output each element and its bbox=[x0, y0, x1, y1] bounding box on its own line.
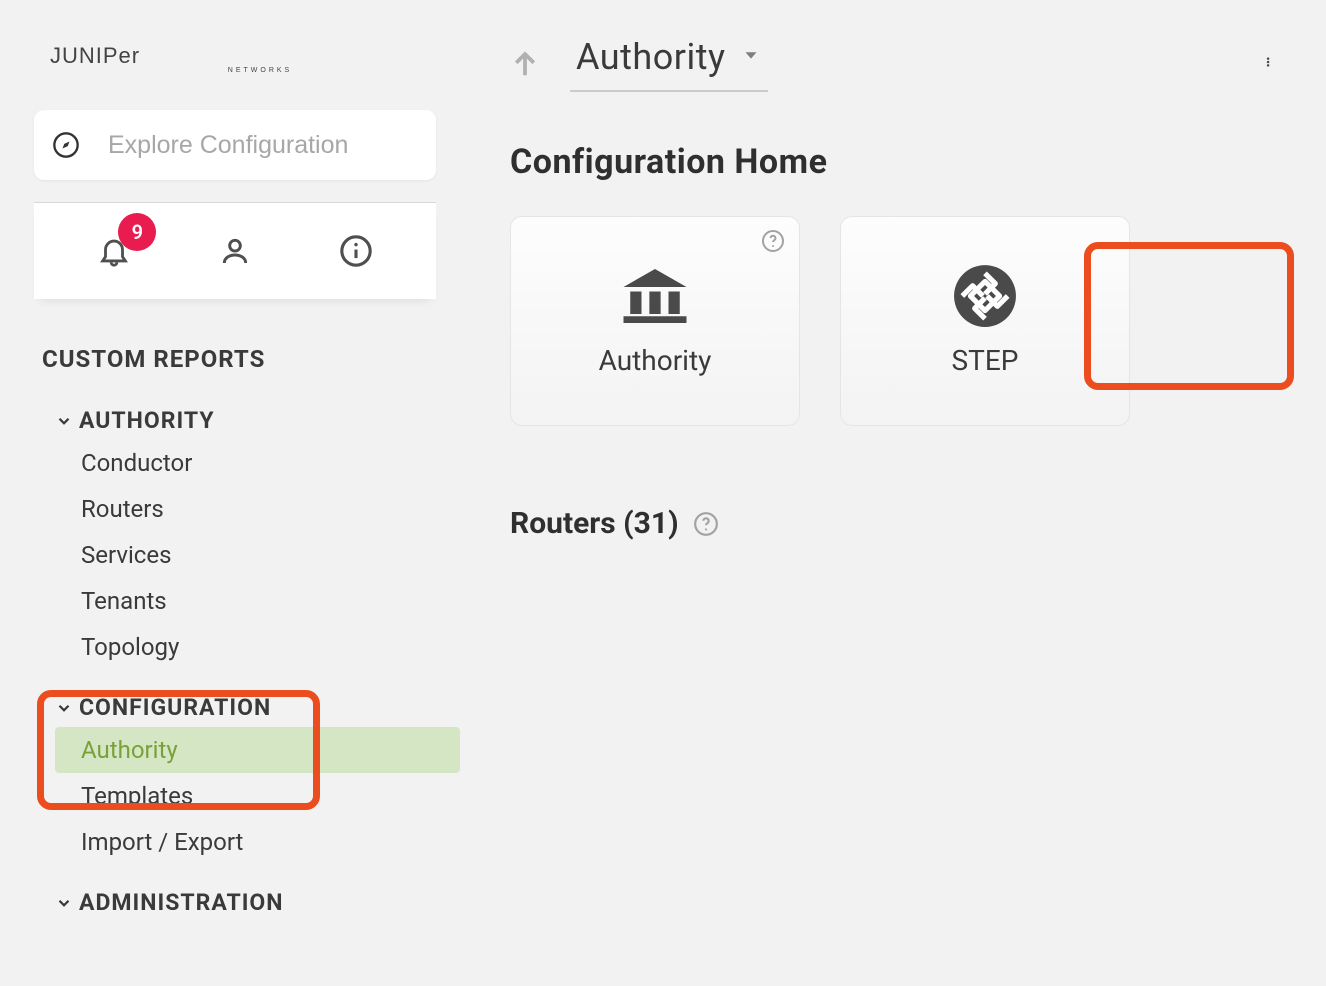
brand-logo: JUNIPer NETWORKS bbox=[50, 45, 470, 74]
brand-name: JUNIPer bbox=[50, 43, 140, 68]
card-step[interactable]: STEP bbox=[840, 216, 1130, 426]
navgroup-configuration: CONFIGURATION Authority Templates Import… bbox=[55, 688, 470, 865]
nav-topology[interactable]: Topology bbox=[55, 624, 470, 670]
navgroup-header-authority[interactable]: AUTHORITY bbox=[55, 401, 470, 440]
routers-label: Routers (31) bbox=[510, 506, 679, 541]
chevron-down-icon bbox=[55, 412, 73, 430]
nav-import-export[interactable]: Import / Export bbox=[55, 819, 470, 865]
page-heading: Configuration Home bbox=[510, 142, 1286, 182]
chevron-down-icon bbox=[55, 699, 73, 717]
config-cards: Authority STEP bbox=[510, 216, 1286, 426]
breadcrumb: Authority bbox=[510, 36, 1286, 92]
notifications-button[interactable]: 9 bbox=[94, 231, 134, 271]
main: Authority Configuration Home bbox=[470, 0, 1326, 986]
chevron-down-icon bbox=[55, 894, 73, 912]
help-icon[interactable] bbox=[693, 511, 719, 537]
nav-tenants[interactable]: Tenants bbox=[55, 578, 470, 624]
info-button[interactable] bbox=[336, 231, 376, 271]
authority-icon bbox=[619, 266, 691, 326]
notification-badge: 9 bbox=[118, 213, 156, 251]
breadcrumb-select[interactable]: Authority bbox=[570, 36, 768, 92]
help-icon[interactable] bbox=[761, 229, 785, 253]
nav-services[interactable]: Services bbox=[55, 532, 470, 578]
more-menu-button[interactable] bbox=[1256, 40, 1286, 84]
card-label: STEP bbox=[952, 344, 1019, 377]
caret-down-icon bbox=[740, 44, 762, 70]
navgroup-label: AUTHORITY bbox=[79, 407, 215, 434]
navgroup-label: ADMINISTRATION bbox=[79, 889, 284, 916]
navgroup-label: CONFIGURATION bbox=[79, 694, 271, 721]
nav-conductor[interactable]: Conductor bbox=[55, 440, 470, 486]
brand-sub: NETWORKS bbox=[50, 67, 470, 74]
navgroup-header-administration[interactable]: ADMINISTRATION bbox=[55, 883, 470, 922]
iconbar: 9 bbox=[34, 202, 436, 299]
sidebar: JUNIPer NETWORKS 9 bbox=[0, 0, 470, 986]
up-arrow-button[interactable] bbox=[510, 42, 540, 86]
search-input[interactable] bbox=[108, 131, 418, 160]
navgroup-administration: ADMINISTRATION bbox=[55, 883, 470, 922]
card-authority[interactable]: Authority bbox=[510, 216, 800, 426]
nav-templates[interactable]: Templates bbox=[55, 773, 470, 819]
card-label: Authority bbox=[599, 344, 712, 377]
routers-heading: Routers (31) bbox=[510, 506, 1286, 541]
user-button[interactable] bbox=[215, 231, 255, 271]
navgroup-authority: AUTHORITY Conductor Routers Services Ten… bbox=[55, 401, 470, 670]
navgroup-header-configuration[interactable]: CONFIGURATION bbox=[55, 688, 470, 727]
search-card[interactable] bbox=[34, 110, 436, 180]
compass-icon bbox=[52, 131, 80, 159]
sidebar-section-title: CUSTOM REPORTS bbox=[42, 345, 470, 373]
nav-routers[interactable]: Routers bbox=[55, 486, 470, 532]
breadcrumb-current: Authority bbox=[576, 36, 726, 78]
nav-authority[interactable]: Authority bbox=[55, 727, 460, 773]
step-icon bbox=[949, 266, 1021, 326]
